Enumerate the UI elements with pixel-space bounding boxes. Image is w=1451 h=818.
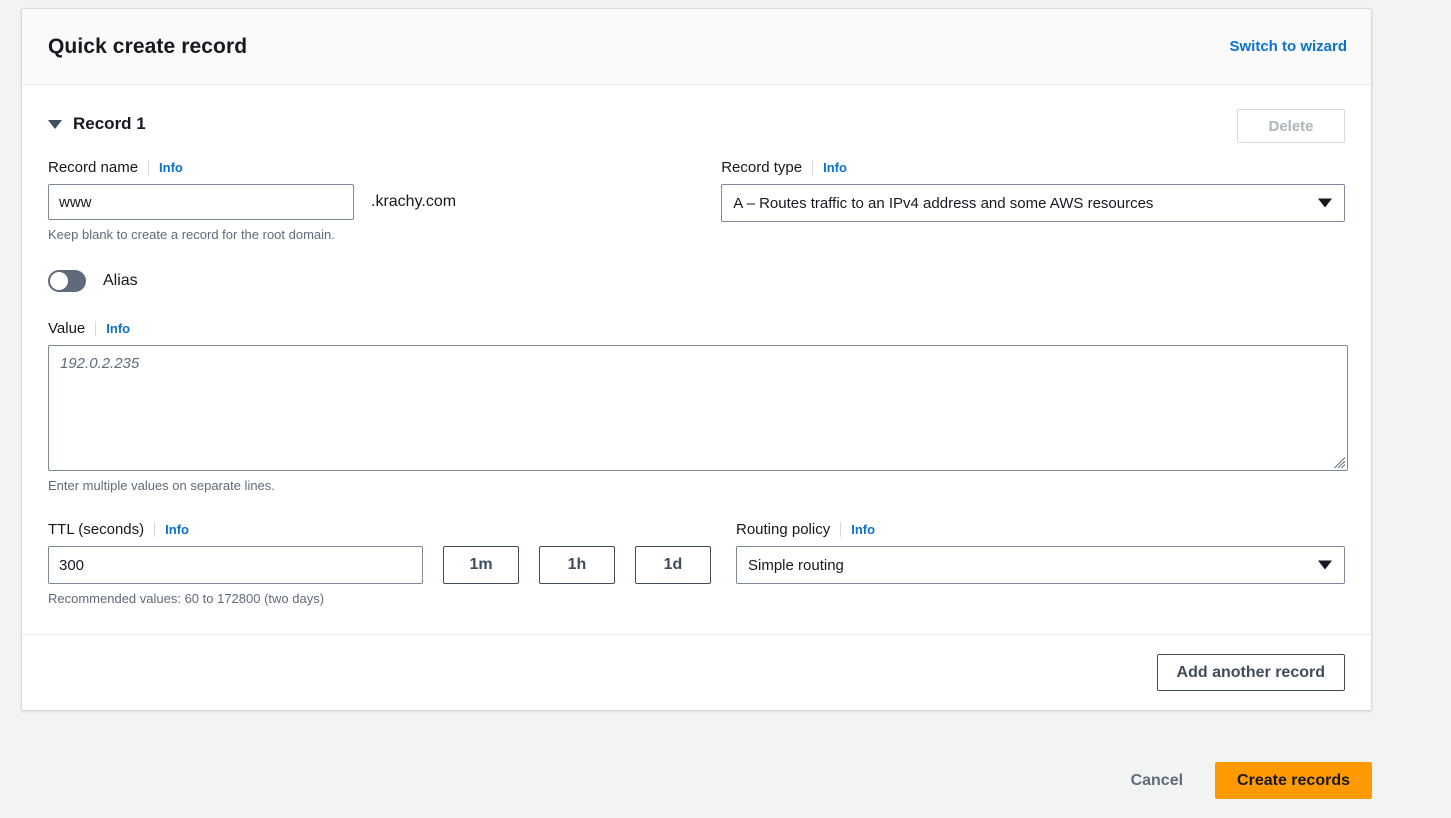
quick-create-record-card: Quick create record Switch to wizard Rec… — [21, 8, 1372, 711]
record-type-select-wrap: A – Routes traffic to an IPv4 address an… — [721, 184, 1345, 222]
ttl-preset-1m[interactable]: 1m — [443, 546, 519, 584]
record-name-hint: Keep blank to create a record for the ro… — [48, 227, 335, 242]
record-toggle-group[interactable]: Record 1 — [48, 109, 146, 134]
record-name-info-link[interactable]: Info — [159, 160, 183, 175]
create-records-button[interactable]: Create records — [1215, 762, 1372, 799]
card-header: Quick create record Switch to wizard — [22, 9, 1371, 85]
routing-policy-label: Routing policy — [736, 520, 831, 538]
value-info-link[interactable]: Info — [106, 321, 130, 336]
value-field: Value Info Enter multiple values on sepa… — [48, 318, 1348, 493]
record-name-input-row: .krachy.com — [48, 184, 696, 220]
add-another-record-button[interactable]: Add another record — [1156, 654, 1345, 691]
ttl-info-link[interactable]: Info — [165, 522, 189, 537]
routing-label-row: Routing policy Info — [736, 519, 1345, 539]
ttl-field: TTL (seconds) Info 1m 1h 1d Recommended … — [48, 519, 711, 606]
value-hint: Enter multiple values on separate lines. — [48, 478, 275, 493]
label-divider — [95, 320, 97, 336]
domain-suffix: .krachy.com — [371, 193, 457, 210]
switch-to-wizard-link[interactable]: Switch to wizard — [1229, 38, 1347, 55]
toggle-knob — [50, 272, 68, 290]
ttl-input-row: 1m 1h 1d — [48, 546, 711, 584]
record-type-label: Record type — [721, 158, 803, 176]
ttl-label-row: TTL (seconds) Info — [48, 519, 711, 539]
label-divider — [154, 521, 156, 537]
record-type-info-link[interactable]: Info — [823, 160, 847, 175]
label-divider — [840, 521, 842, 537]
record-type-field: Record type Info A – Routes traffic to a… — [721, 157, 1345, 242]
record-title: Record 1 — [73, 114, 146, 133]
page-root: Quick create record Switch to wizard Rec… — [0, 0, 1451, 818]
chevron-down-icon[interactable] — [48, 119, 62, 129]
value-textarea-wrap — [48, 345, 1348, 471]
page-title: Quick create record — [48, 34, 248, 58]
value-label: Value — [48, 319, 86, 337]
ttl-hint: Recommended values: 60 to 172800 (two da… — [48, 591, 325, 606]
alias-toggle-row: Alias — [48, 270, 1345, 292]
ttl-and-routing-row: TTL (seconds) Info 1m 1h 1d Recommended … — [48, 519, 1345, 606]
alias-toggle[interactable] — [48, 270, 86, 292]
record-section: Record 1 Delete Record name Info .krachy… — [22, 85, 1371, 635]
record-name-label: Record name — [48, 158, 139, 176]
name-and-type-row: Record name Info .krachy.com Keep blank … — [48, 157, 1345, 242]
label-divider — [812, 159, 814, 175]
routing-policy-field: Routing policy Info Simple routing — [736, 519, 1345, 606]
label-divider — [148, 159, 150, 175]
ttl-input[interactable] — [48, 546, 423, 584]
value-textarea[interactable] — [48, 345, 1348, 471]
delete-button[interactable]: Delete — [1237, 109, 1345, 143]
add-record-strip: Add another record — [22, 635, 1371, 710]
record-name-input[interactable] — [48, 184, 354, 220]
value-label-row: Value Info — [48, 318, 1345, 338]
cancel-button[interactable]: Cancel — [1117, 764, 1197, 798]
record-header-row: Record 1 Delete — [48, 109, 1345, 157]
record-name-field: Record name Info .krachy.com Keep blank … — [48, 157, 696, 242]
footer-actions: Cancel Create records — [21, 762, 1372, 799]
record-type-label-row: Record type Info — [721, 157, 1345, 177]
ttl-preset-1h[interactable]: 1h — [539, 546, 615, 584]
routing-policy-select-wrap: Simple routing — [736, 546, 1345, 584]
ttl-preset-1d[interactable]: 1d — [635, 546, 711, 584]
routing-policy-select[interactable]: Simple routing — [736, 546, 1345, 584]
record-name-label-row: Record name Info — [48, 157, 696, 177]
routing-policy-info-link[interactable]: Info — [851, 522, 875, 537]
ttl-label: TTL (seconds) — [48, 520, 145, 538]
alias-label: Alias — [103, 272, 138, 289]
record-type-select[interactable]: A – Routes traffic to an IPv4 address an… — [721, 184, 1345, 222]
